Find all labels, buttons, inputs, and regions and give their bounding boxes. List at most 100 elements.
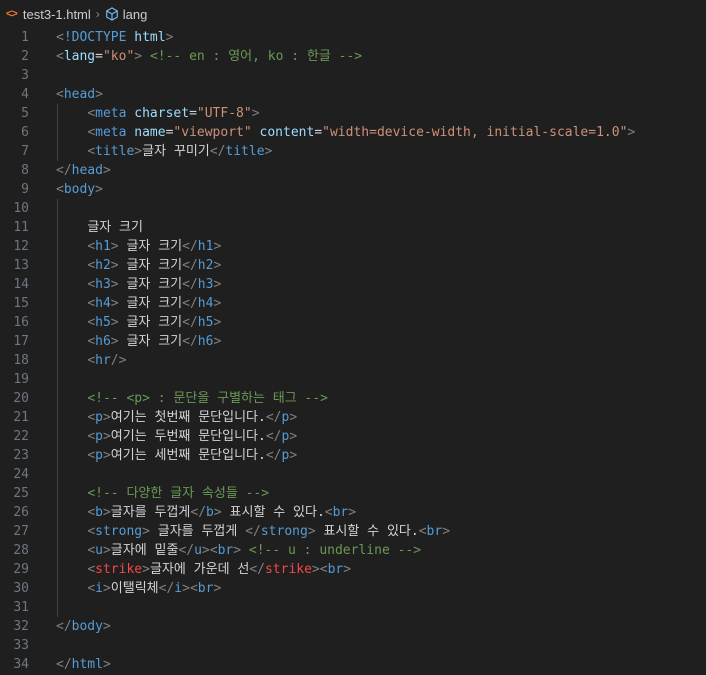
code-line[interactable]: 30 <i>이탤릭체</i><br>	[0, 579, 706, 598]
code-text: <strike>글자에 가운데 선</strike><br>	[56, 560, 706, 579]
code-line[interactable]: 7 <title>글자 꾸미기</title>	[0, 142, 706, 161]
code-token: "viewport"	[173, 125, 252, 140]
code-editor[interactable]: 1 <!DOCTYPE html> 2 <lang="ko"> <!-- en : 영…	[0, 28, 706, 674]
indent-guide	[57, 142, 58, 161]
code-line[interactable]: 19	[0, 370, 706, 389]
code-line[interactable]: 21 <p>여기는 첫번째 문단입니다.</p>	[0, 408, 706, 427]
code-line[interactable]: 15 <h4> 글자 크기</h4>	[0, 294, 706, 313]
indent-guide	[57, 484, 58, 503]
code-token: p	[95, 429, 103, 444]
code-token: <	[87, 334, 96, 349]
line-number: 29	[13, 562, 29, 577]
code-token: <	[87, 524, 96, 539]
line-number: 34	[13, 657, 29, 672]
code-line[interactable]: 27 <strong> 글자를 두껍게 </strong> 표시할 수 있다.<…	[0, 522, 706, 541]
indent-guide	[57, 408, 58, 427]
code-token: >	[134, 49, 143, 64]
code-line[interactable]: 14 <h3> 글자 크기</h3>	[0, 275, 706, 294]
line-number: 10	[13, 201, 29, 216]
code-line[interactable]: 28 <u>글자에 밑줄</u><br> <!-- u : underline …	[0, 541, 706, 560]
indent-guide	[57, 294, 58, 313]
code-line[interactable]: 23 <p>여기는 세번째 문단입니다.</p>	[0, 446, 706, 465]
code-token: h2	[197, 258, 214, 273]
code-line[interactable]: 20 <!-- <p> : 문단을 구별하는 태그 -->	[0, 389, 706, 408]
code-line[interactable]: 13 <h2> 글자 크기</h2>	[0, 256, 706, 275]
code-token: 여기는 세번째 문단입니다.	[110, 448, 266, 463]
code-line[interactable]: 31	[0, 598, 706, 617]
code-token: b	[95, 505, 103, 520]
code-token: >	[110, 277, 119, 292]
code-token: >	[201, 543, 210, 558]
line-number: 27	[13, 524, 29, 539]
code-line[interactable]: 6 <meta name="viewport" content="width=d…	[0, 123, 706, 142]
code-token: strike	[264, 562, 312, 577]
line-number: 24	[13, 467, 29, 482]
indent-guide	[57, 332, 58, 351]
code-token: </	[182, 296, 198, 311]
code-text: </html>	[56, 655, 706, 674]
code-line[interactable]: 9 <body>	[0, 180, 706, 199]
code-line[interactable]: 33	[0, 636, 706, 655]
code-line[interactable]: 34 </html>	[0, 655, 706, 674]
code-token: 글자를 두껍게	[149, 524, 246, 539]
code-token: 글자를 두껍게	[110, 505, 191, 520]
code-text: <title>글자 꾸미기</title>	[56, 142, 706, 161]
code-line[interactable]: 8 </head>	[0, 161, 706, 180]
code-token: 글자 크기	[118, 315, 183, 330]
code-line[interactable]: 24	[0, 465, 706, 484]
code-token: "ko"	[102, 49, 135, 64]
indent-guide	[57, 560, 58, 579]
code-line[interactable]: 11 글자 크기	[0, 218, 706, 237]
code-line[interactable]: 4 <head>	[0, 85, 706, 104]
code-line[interactable]: 32 </body>	[0, 617, 706, 636]
line-number: 11	[13, 220, 29, 235]
code-line[interactable]: 22 <p>여기는 두번째 문단입니다.</p>	[0, 427, 706, 446]
code-text: <i>이탤릭체</i><br>	[56, 579, 706, 598]
code-token: <!-- u : underline -->	[248, 543, 422, 558]
line-number: 7	[21, 144, 29, 159]
code-line[interactable]: 10	[0, 199, 706, 218]
code-line[interactable]: 29 <strike>글자에 가운데 선</strike><br>	[0, 560, 706, 579]
code-text: <h6> 글자 크기</h6>	[56, 332, 706, 351]
code-token: >	[102, 543, 111, 558]
code-token: </	[182, 315, 198, 330]
code-line[interactable]: 5 <meta charset="UTF-8">	[0, 104, 706, 123]
code-text: <body>	[56, 180, 706, 199]
code-token: <	[87, 543, 96, 558]
indent-guide	[57, 503, 58, 522]
code-line[interactable]: 1 <!DOCTYPE html>	[0, 28, 706, 47]
code-token: >	[289, 429, 298, 444]
code-token: >	[134, 144, 143, 159]
code-token: >	[307, 524, 316, 539]
line-number: 13	[13, 258, 29, 273]
code-line[interactable]: 18 <hr/>	[0, 351, 706, 370]
code-line[interactable]: 12 <h1> 글자 크기</h1>	[0, 237, 706, 256]
code-token: </	[265, 410, 282, 425]
code-line[interactable]: 25 <!-- 다양한 글자 속성들 -->	[0, 484, 706, 503]
code-token: br	[332, 505, 349, 520]
line-number: 2	[21, 49, 29, 64]
code-token: strong	[260, 524, 308, 539]
code-token: >	[233, 543, 242, 558]
code-line[interactable]: 26 <b>글자를 두껍게</b> 표시할 수 있다.<br>	[0, 503, 706, 522]
breadcrumb-symbol[interactable]: lang	[123, 7, 148, 22]
code-line[interactable]: 16 <h5> 글자 크기</h5>	[0, 313, 706, 332]
code-token: 글자 꾸미기	[142, 144, 210, 159]
code-token: 글자 크기	[118, 239, 183, 254]
line-number: 4	[21, 87, 29, 102]
code-token: head	[71, 163, 103, 178]
code-line[interactable]: 2 <lang="ko"> <!-- en : 영어, ko : 한글 -->	[0, 47, 706, 66]
code-text: <p>여기는 세번째 문단입니다.</p>	[56, 446, 706, 465]
code-token: 표시할 수 있다.	[315, 524, 419, 539]
code-token: html	[71, 657, 103, 672]
code-line[interactable]: 3	[0, 66, 706, 85]
code-token: h3	[95, 277, 111, 292]
code-token: 글자 크기	[118, 258, 183, 273]
code-token: i	[174, 581, 183, 596]
line-number: 3	[21, 68, 29, 83]
code-line[interactable]: 17 <h6> 글자 크기</h6>	[0, 332, 706, 351]
code-token: h4	[95, 296, 111, 311]
breadcrumb-file[interactable]: test3-1.html	[23, 7, 91, 22]
code-token: >	[110, 315, 119, 330]
